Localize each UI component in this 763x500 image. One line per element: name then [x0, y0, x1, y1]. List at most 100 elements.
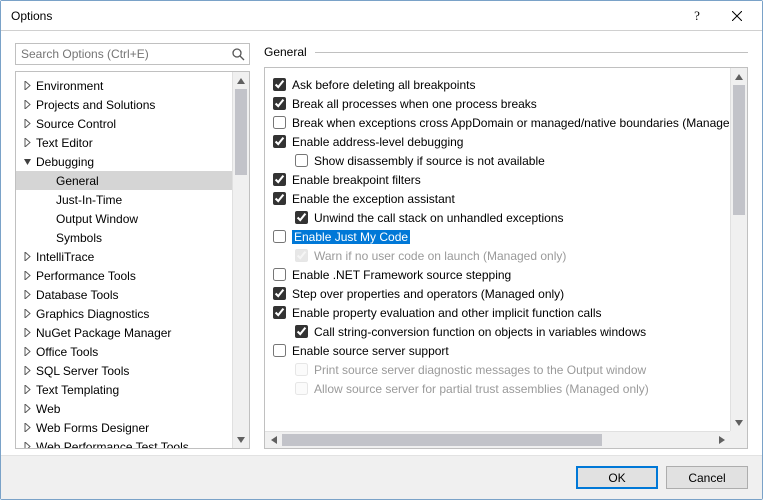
vscroll-thumb[interactable] [733, 85, 745, 215]
option-item[interactable]: Enable .NET Framework source stepping [273, 265, 726, 284]
chevron-right-icon[interactable] [20, 440, 34, 449]
option-item[interactable]: Show disassembly if source is not availa… [295, 151, 726, 170]
option-item[interactable]: Ask before deleting all breakpoints [273, 75, 726, 94]
option-checkbox[interactable] [273, 97, 286, 110]
tree-item[interactable]: Web Performance Test Tools [16, 437, 249, 448]
search-input[interactable] [16, 44, 249, 64]
scroll-up-icon[interactable] [233, 72, 249, 89]
tree-item[interactable]: Web Forms Designer [16, 418, 249, 437]
tree-item[interactable]: Text Templating [16, 380, 249, 399]
option-label: Enable address-level debugging [292, 135, 463, 149]
chevron-right-icon[interactable] [20, 269, 34, 283]
scroll-left-icon[interactable] [265, 432, 282, 448]
option-label: Enable source server support [292, 344, 449, 358]
tree-scrollbar[interactable] [232, 72, 249, 448]
option-item[interactable]: Enable source server support [273, 341, 726, 360]
option-item[interactable]: Call string-conversion function on objec… [295, 322, 726, 341]
chevron-right-icon[interactable] [20, 364, 34, 378]
tree-scrollbar-track[interactable] [233, 89, 249, 431]
tree-item-label: Office Tools [34, 345, 98, 359]
tree-item[interactable]: Debugging [16, 152, 249, 171]
option-checkbox[interactable] [295, 211, 308, 224]
option-label: Step over properties and operators (Mana… [292, 287, 564, 301]
vscroll-track[interactable] [731, 85, 747, 414]
tree-item[interactable]: Database Tools [16, 285, 249, 304]
option-item[interactable]: Unwind the call stack on unhandled excep… [295, 208, 726, 227]
chevron-right-icon[interactable] [20, 79, 34, 93]
option-item[interactable]: Enable Just My Code [273, 227, 726, 246]
option-item[interactable]: Step over properties and operators (Mana… [273, 284, 726, 303]
tree-item[interactable]: Performance Tools [16, 266, 249, 285]
chevron-right-icon[interactable] [20, 383, 34, 397]
chevron-right-icon[interactable] [20, 98, 34, 112]
tree-item[interactable]: Environment [16, 76, 249, 95]
hscroll-track[interactable] [282, 432, 713, 448]
option-label: Enable .NET Framework source stepping [292, 268, 511, 282]
tree-item[interactable]: Graphics Diagnostics [16, 304, 249, 323]
tree-item[interactable]: Text Editor [16, 133, 249, 152]
chevron-right-icon[interactable] [20, 307, 34, 321]
chevron-right-icon[interactable] [20, 136, 34, 150]
option-label: Enable breakpoint filters [292, 173, 421, 187]
tree-scrollbar-thumb[interactable] [235, 89, 247, 175]
left-column: Environment Projects and Solutions Source … [15, 43, 250, 449]
tree-item[interactable]: NuGet Package Manager [16, 323, 249, 342]
hscroll-thumb[interactable] [282, 434, 602, 446]
option-checkbox [295, 363, 308, 376]
option-checkbox[interactable] [273, 306, 286, 319]
tree-item[interactable]: Office Tools [16, 342, 249, 361]
help-button[interactable]: ? [677, 2, 717, 30]
option-checkbox [295, 249, 308, 262]
tree-subitem[interactable]: Symbols [16, 228, 249, 247]
tree-subitem[interactable]: Just-In-Time [16, 190, 249, 209]
tree-item[interactable]: SQL Server Tools [16, 361, 249, 380]
option-checkbox[interactable] [273, 344, 286, 357]
options-hscrollbar[interactable] [265, 431, 730, 448]
chevron-right-icon[interactable] [20, 288, 34, 302]
cancel-button[interactable]: Cancel [666, 466, 748, 489]
section-header: General [264, 43, 748, 61]
close-button[interactable] [717, 2, 757, 30]
option-checkbox[interactable] [273, 287, 286, 300]
option-checkbox[interactable] [295, 325, 308, 338]
scroll-right-icon[interactable] [713, 432, 730, 448]
tree-item[interactable]: IntelliTrace [16, 247, 249, 266]
chevron-right-icon[interactable] [20, 345, 34, 359]
option-item[interactable]: Enable property evaluation and other imp… [273, 303, 726, 322]
option-checkbox[interactable] [273, 78, 286, 91]
tree-subitem[interactable]: Output Window [16, 209, 249, 228]
option-checkbox[interactable] [273, 192, 286, 205]
options-vscrollbar[interactable] [730, 68, 747, 431]
chevron-right-icon[interactable] [20, 117, 34, 131]
option-item[interactable]: Enable breakpoint filters [273, 170, 726, 189]
tree-item-label: Text Editor [34, 136, 93, 150]
tree-item[interactable]: Web [16, 399, 249, 418]
scroll-down-icon[interactable] [233, 431, 249, 448]
tree-subitem[interactable]: General [16, 171, 249, 190]
option-checkbox[interactable] [273, 173, 286, 186]
tree-item-label: IntelliTrace [34, 250, 94, 264]
scroll-up-icon[interactable] [731, 68, 747, 85]
chevron-down-icon[interactable] [20, 155, 34, 169]
option-item[interactable]: Break when exceptions cross AppDomain or… [273, 113, 726, 132]
option-checkbox[interactable] [273, 268, 286, 281]
tree-item[interactable]: Projects and Solutions [16, 95, 249, 114]
ok-button[interactable]: OK [576, 466, 658, 489]
option-item[interactable]: Enable address-level debugging [273, 132, 726, 151]
option-item[interactable]: Enable the exception assistant [273, 189, 726, 208]
option-item: Warn if no user code on launch (Managed … [295, 246, 726, 265]
chevron-right-icon[interactable] [20, 326, 34, 340]
chevron-right-icon[interactable] [20, 421, 34, 435]
chevron-right-icon[interactable] [20, 402, 34, 416]
option-checkbox[interactable] [295, 154, 308, 167]
tree-item-label: Projects and Solutions [34, 98, 155, 112]
option-checkbox[interactable] [273, 230, 286, 243]
search-field[interactable] [15, 43, 250, 65]
chevron-right-icon[interactable] [20, 250, 34, 264]
option-checkbox[interactable] [273, 135, 286, 148]
tree-item[interactable]: Source Control [16, 114, 249, 133]
scroll-down-icon[interactable] [731, 414, 747, 431]
tree-item-label: Database Tools [34, 288, 119, 302]
option-checkbox[interactable] [273, 116, 286, 129]
option-item[interactable]: Break all processes when one process bre… [273, 94, 726, 113]
